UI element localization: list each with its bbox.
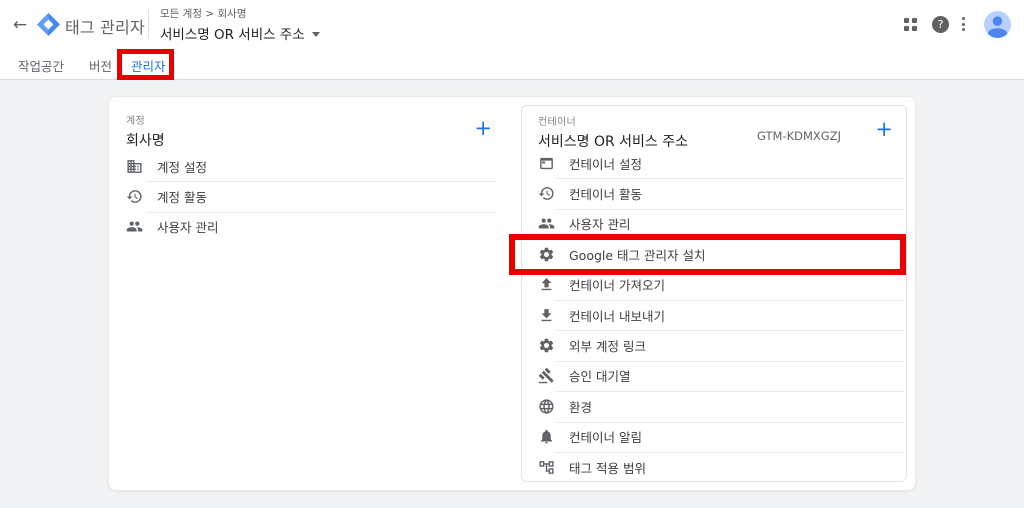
list-item[interactable]: 태그 적용 범위 — [522, 451, 906, 482]
list-item-label: 사용자 관리 — [569, 217, 631, 233]
list-item[interactable]: 외부 계정 링크 — [522, 330, 906, 360]
container-card-header: 컨테이너 서비스명 OR 서비스 주소 GTM-KDMXGZJ + — [522, 106, 906, 150]
list-item[interactable]: 환경 — [522, 391, 906, 421]
list-item[interactable]: 컨테이너 내보내기 — [522, 299, 906, 330]
list-item[interactable]: Google 태그 관리자 설치 — [522, 239, 906, 269]
list-item-label: 외부 계정 링크 — [569, 339, 646, 355]
list-item[interactable]: 사용자 관리 — [522, 208, 906, 239]
account-section-label: 계정 — [126, 116, 145, 127]
apps-grid-icon[interactable] — [904, 18, 917, 31]
breadcrumb: 모든 계정 > 회사명 — [160, 8, 247, 20]
help-icon[interactable]: ? — [932, 16, 949, 33]
container-card: 컨테이너 서비스명 OR 서비스 주소 GTM-KDMXGZJ + 컨테이너 설… — [521, 105, 907, 482]
add-container-button[interactable]: + — [875, 119, 893, 140]
list-item-label: 승인 대기열 — [569, 369, 631, 385]
people-icon — [126, 218, 143, 235]
list-item-label: 컨테이너 알림 — [569, 430, 642, 446]
people-icon — [538, 215, 555, 232]
list-item-label: 태그 적용 범위 — [569, 460, 646, 476]
container-section-label: 컨테이너 — [538, 117, 576, 128]
container-menu-list: 컨테이너 설정 컨테이너 활동 사용자 관리 Google 태그 관리자 설치 … — [522, 148, 906, 482]
list-item-label: 컨테이너 활동 — [569, 187, 642, 203]
chevron-down-icon — [311, 31, 320, 37]
building-icon — [126, 158, 143, 175]
download-icon — [538, 307, 555, 324]
tab-workspace[interactable]: 작업공간 — [18, 56, 64, 75]
list-item[interactable]: 컨테이너 설정 — [522, 148, 906, 178]
list-item-label: 컨테이너 가져오기 — [569, 278, 665, 294]
tag-manager-logo-icon — [37, 13, 60, 36]
account-context: 모든 계정 > 회사명 서비스명 OR 서비스 주소 — [160, 6, 320, 43]
globe-icon — [538, 398, 555, 415]
list-item-label: 컨테이너 설정 — [569, 156, 642, 172]
tab-bar: 작업공간 버전 관리자 — [0, 48, 1024, 80]
back-arrow-icon[interactable]: ← — [8, 13, 32, 37]
title-divider — [148, 10, 149, 38]
top-bar: ← 태그 관리자 모든 계정 > 회사명 서비스명 OR 서비스 주소 ? — [0, 0, 1024, 48]
container-selector[interactable]: 서비스명 OR 서비스 주소 — [160, 23, 320, 43]
gavel-icon — [538, 367, 555, 384]
list-item[interactable]: 컨테이너 가져오기 — [522, 269, 906, 300]
more-options-icon[interactable] — [957, 15, 969, 33]
list-item[interactable]: 컨테이너 알림 — [522, 421, 906, 452]
app-title: 태그 관리자 — [65, 18, 145, 37]
list-item[interactable]: 사용자 관리 — [126, 211, 496, 242]
upload-icon — [538, 276, 555, 293]
account-menu-list: 계정 설정 계정 활동 사용자 관리 — [126, 151, 496, 242]
history-icon — [538, 185, 555, 202]
active-tab-underline — [129, 77, 169, 80]
container-selector-label: 서비스명 OR 서비스 주소 — [160, 27, 305, 43]
account-name: 회사명 — [126, 133, 165, 149]
person-icon — [988, 16, 1007, 38]
list-item-label: 계정 설정 — [157, 159, 207, 175]
list-item[interactable]: 계정 활동 — [126, 181, 496, 211]
list-item[interactable]: 승인 대기열 — [522, 360, 906, 391]
list-item-label: 사용자 관리 — [157, 220, 219, 236]
history-icon — [126, 188, 143, 205]
list-item-label: Google 태그 관리자 설치 — [569, 247, 706, 263]
list-item[interactable]: 계정 설정 — [126, 151, 496, 181]
account-card: 계정 회사명 + 계정 설정 계정 활동 사용자 관리 — [126, 105, 496, 242]
sitemap-icon — [538, 459, 555, 476]
add-account-button[interactable]: + — [474, 118, 492, 139]
gear-icon — [538, 246, 555, 263]
list-item[interactable]: 컨테이너 활동 — [522, 178, 906, 208]
list-item-label: 계정 활동 — [157, 190, 207, 206]
list-item-label: 컨테이너 내보내기 — [569, 308, 665, 324]
list-item-label: 환경 — [569, 399, 593, 415]
account-card-header: 계정 회사명 + — [126, 105, 496, 151]
container-id-badge[interactable]: GTM-KDMXGZJ — [757, 129, 841, 143]
gear-icon — [538, 337, 555, 354]
tab-versions[interactable]: 버전 — [89, 56, 112, 75]
bell-icon — [538, 428, 555, 445]
gtm-admin-page: ← 태그 관리자 모든 계정 > 회사명 서비스명 OR 서비스 주소 ? 작업… — [0, 0, 1024, 508]
avatar[interactable] — [984, 11, 1011, 38]
tab-admin[interactable]: 관리자 — [131, 56, 166, 75]
admin-panel: 계정 회사명 + 계정 설정 계정 활동 사용자 관리 컨테이너 서비스명 OR… — [108, 96, 916, 491]
web-asset-icon — [538, 155, 555, 172]
